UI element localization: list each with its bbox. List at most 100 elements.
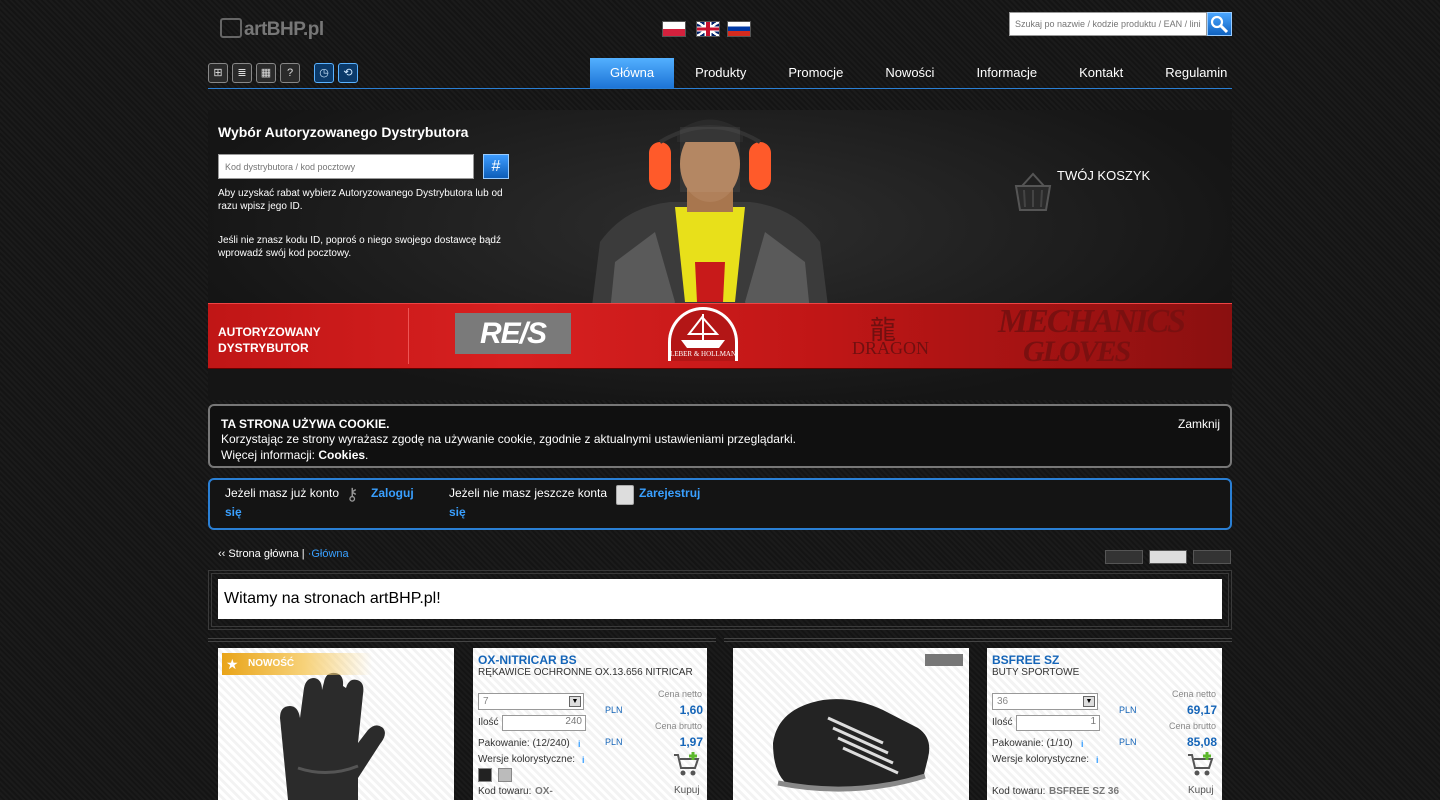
packaging-text: Pakowanie: (1/10) [992,738,1073,749]
product-code: BSFREE SZ 36 [1049,786,1120,797]
qty-input[interactable]: 240 [502,715,586,731]
chevron-down-icon: ▼ [1083,696,1095,707]
info-icon[interactable]: i [578,739,588,750]
no-account-text: Jeżeli nie masz jeszcze konta [449,486,608,500]
product-code: OX- [535,786,553,797]
gross-label: Cena brutto [654,721,702,731]
currency: PLN [1119,737,1137,747]
view-list-icon[interactable] [1149,550,1187,564]
size-select[interactable]: 36 ▼ [992,693,1098,710]
nav-item-promocje[interactable]: Promocje [767,58,864,88]
brand-logo-mechanics-gloves[interactable]: MECHANICS GLOVES [998,305,1186,367]
band-label-line1: AUTORYZOWANY [218,325,321,339]
color-swatch-grey[interactable] [498,768,512,782]
have-account-text: Jeżeli masz już konto [225,486,340,500]
shoe-image [773,699,930,792]
cookie-close-button[interactable]: Zamknij [1178,417,1220,431]
register-link-2[interactable]: się [449,503,466,522]
distributor-code-input[interactable] [218,154,474,179]
search-history-icon[interactable]: ⟲ [338,63,358,83]
nav-item-glowna[interactable]: Główna [590,58,675,88]
cookie-title: TA STRONA UŻYWA COOKIE. [221,417,390,431]
login-link[interactable]: Zaloguj [371,484,414,503]
product-image-2[interactable] [733,648,969,800]
flag-en-icon[interactable] [696,21,720,37]
variants-label: Wersje kolorystyczne: [478,754,576,765]
logo-mark-icon [220,18,242,38]
product-subtitle: RĘKAWICE OCHRONNE OX.13.656 NITRICAR [478,667,693,678]
flag-pl-icon[interactable] [662,21,686,37]
welcome-text: Witamy na stronach artBHP.pl! [218,579,1222,619]
leber-hollman-text: LEBER & HOLLMAN [669,350,737,358]
login-link-2[interactable]: się [225,503,242,522]
ship-icon [681,314,725,348]
basket-icon[interactable] [1014,172,1052,212]
authorized-distributor-label: AUTORYZOWANY DYSTRYBUTOR [218,324,321,356]
site-logo[interactable]: artBHP.pl [220,18,324,41]
color-swatch-black[interactable] [478,768,492,782]
buy-label[interactable]: Kupuj [674,785,700,796]
key-icon: ⚷ [346,485,359,504]
document-icon[interactable]: ≣ [232,63,252,83]
search-icon [1210,15,1229,34]
breadcrumb: ‹‹ Strona główna | ·Główna [218,548,349,560]
product-name[interactable]: BSFREE SZ [992,653,1217,667]
star-icon: ★ [226,656,239,672]
sitemap-icon[interactable]: ⊞ [208,63,228,83]
currency: PLN [1119,705,1137,715]
packaging-text: Pakowanie: (12/240) [478,738,570,749]
info-icon[interactable]: i [582,755,592,766]
code-label: Kod towaru: [992,786,1046,797]
size-select[interactable]: 7 ▼ [478,693,584,710]
net-price: 69,17 [1186,703,1217,717]
currency: PLN [605,737,623,747]
brand-logo-dragon[interactable]: DRAGON [852,338,929,359]
net-label: Cena netto [1171,689,1216,699]
help-icon[interactable]: ? [280,63,300,83]
nav-item-regulamin[interactable]: Regulamin [1144,58,1248,88]
band-label-line2: DYSTRYBUTOR [218,341,309,355]
nav-item-informacje[interactable]: Informacje [955,58,1058,88]
nav-item-produkty[interactable]: Produkty [674,58,767,88]
cookie-more-prefix: Więcej informacji: [221,448,319,462]
gross-price: 85,08 [1186,735,1217,749]
add-to-cart-icon[interactable] [1187,752,1215,778]
nav-item-nowosci[interactable]: Nowości [864,58,955,88]
gross-label: Cena brutto [1168,721,1216,731]
cookies-link[interactable]: Cookies [318,448,365,462]
code-label: Kod towaru: [478,786,532,797]
add-to-cart-icon[interactable] [673,752,701,778]
currency: PLN [605,705,623,715]
distributor-search-button[interactable]: # [483,154,509,179]
qty-label: Ilość [478,717,499,728]
view-grid-icon[interactable] [1105,550,1143,564]
product-name[interactable]: OX-NITRICAR BS [478,653,702,667]
search-button[interactable] [1207,12,1232,36]
register-link[interactable]: Zarejestruj [639,484,700,503]
gross-price: 1,97 [679,735,703,749]
cookie-text: Korzystając ze strony wyrażasz zgodę na … [221,432,796,446]
nav-item-kontakt[interactable]: Kontakt [1058,58,1144,88]
clock-icon[interactable]: ◷ [314,63,334,83]
cart-label[interactable]: TWÓJ KOSZYK [1057,168,1150,183]
brand-logo-reis[interactable]: RE/S [455,313,571,354]
distributor-note-2: Jeśli nie znasz kodu ID, poproś o niego … [218,235,501,259]
new-badge: NOWOŚĆ [222,653,372,675]
size-value: 7 [483,696,489,707]
product-subtitle: BUTY SPORTOWE [992,667,1080,678]
search-input[interactable] [1009,12,1207,36]
calculator-icon[interactable]: ▦ [256,63,276,83]
view-rows-icon[interactable] [1193,550,1231,564]
distributor-note-1: Aby uzyskać rabat wybierz Autoryzowanego… [218,188,503,212]
flag-ru-icon[interactable] [727,21,751,37]
info-icon[interactable]: i [1081,739,1091,750]
net-label: Cena netto [657,689,702,699]
qty-input[interactable]: 1 [1016,715,1100,731]
buy-label[interactable]: Kupuj [1188,785,1214,796]
qty-label: Ilość [992,717,1013,728]
nav-divider [208,88,1232,89]
distributor-title: Wybór Autoryzowanego Dystrybutora [218,124,469,140]
register-icon [616,485,634,505]
info-icon[interactable]: i [1096,755,1106,766]
breadcrumb-home[interactable]: ‹‹ Strona główna | [218,548,305,560]
